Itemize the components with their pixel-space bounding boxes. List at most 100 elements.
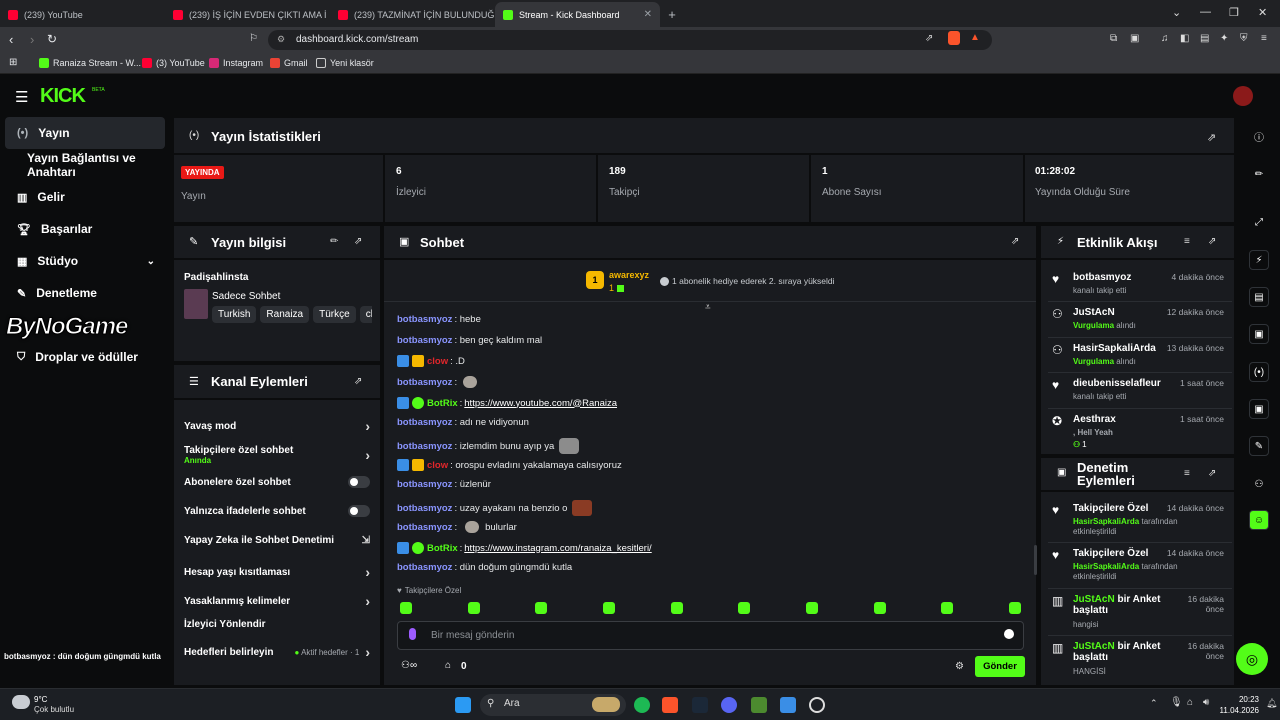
help-chat-button[interactable]: ◎: [1236, 643, 1268, 675]
send-button[interactable]: Gönder: [975, 656, 1025, 677]
microphone-icon[interactable]: [409, 628, 416, 640]
share-icon[interactable]: ⇗: [925, 33, 933, 44]
chat-link[interactable]: https://www.instagram.com/ranaiza_kesitl…: [464, 543, 651, 554]
chat-link[interactable]: https://www.youtube.com/@Ranaiza: [464, 398, 617, 409]
popout-icon[interactable]: ⇗: [1208, 236, 1216, 247]
emote-button[interactable]: [1009, 602, 1021, 614]
kick-logo[interactable]: KICK: [40, 85, 86, 108]
emote-button[interactable]: [671, 602, 683, 614]
points-icon[interactable]: ⚇: [1249, 474, 1269, 494]
clock-time[interactable]: 20:23: [1219, 695, 1259, 704]
popout-icon[interactable]: ⇗: [354, 236, 362, 247]
emote-only-toggle[interactable]: [348, 505, 370, 517]
followers-only-row[interactable]: Takipçilere özel sohbet Anında ›: [184, 442, 370, 468]
slow-mode-row[interactable]: Yavaş mod ›: [184, 418, 370, 434]
site-info-icon[interactable]: ⚙: [277, 34, 285, 45]
expand-icon[interactable]: ⤢: [1249, 212, 1269, 232]
browser-tab[interactable]: (239) YouTube: [0, 2, 165, 27]
sidebar-item-basarilar[interactable]: 🏆︎ Başarılar: [5, 213, 165, 245]
network-icon[interactable]: ⌂: [1187, 697, 1193, 708]
clock-date[interactable]: 11.04.2026: [1199, 706, 1259, 715]
popout-icon[interactable]: ⇗: [354, 376, 362, 387]
windows-start-icon[interactable]: [455, 697, 471, 713]
emote-button[interactable]: [535, 602, 547, 614]
back-icon[interactable]: ‹: [9, 32, 13, 47]
emote-button[interactable]: [603, 602, 615, 614]
close-tab-icon[interactable]: ✕: [644, 9, 652, 20]
chat-icon[interactable]: ▣: [1249, 324, 1269, 344]
microphone-tray-icon[interactable]: 🎙︎: [1170, 697, 1183, 708]
wrench-icon[interactable]: ✎: [1249, 436, 1269, 456]
bookmark-item[interactable]: Instagram: [209, 58, 263, 68]
menu-icon[interactable]: ≡: [1261, 33, 1267, 44]
new-tab-button[interactable]: +: [660, 2, 684, 27]
bookmark-icon[interactable]: ⚐: [249, 33, 258, 44]
subscribers-only-toggle[interactable]: [348, 476, 370, 488]
sidebar-item-denetleme[interactable]: ✎ Denetleme: [5, 277, 165, 309]
edit-icon[interactable]: ✏: [330, 236, 338, 247]
brave-rewards-icon[interactable]: ▲: [970, 32, 980, 43]
account-age-row[interactable]: Hesap yaşı kısıtlaması ›: [184, 564, 370, 580]
maximize-icon[interactable]: ❐: [1229, 6, 1239, 19]
tab-search-icon[interactable]: ⌄: [1172, 6, 1181, 19]
sidebar-icon[interactable]: ◧: [1180, 33, 1189, 44]
screenshot-icon[interactable]: ▣: [1130, 33, 1139, 44]
apps-icon[interactable]: ⊞: [9, 57, 17, 68]
moderation-icon[interactable]: ▣: [1249, 399, 1269, 419]
activity-feed-icon[interactable]: ⚡︎: [1249, 250, 1269, 270]
wallet-icon[interactable]: ▤: [1200, 33, 1209, 44]
collapse-icon[interactable]: ⩡: [705, 302, 711, 313]
host-row[interactable]: İzleyici Yönlendir: [184, 619, 370, 630]
emote-button[interactable]: [941, 602, 953, 614]
popout-icon[interactable]: ⇗: [1011, 236, 1019, 247]
popout-icon[interactable]: ⇗: [1207, 131, 1216, 144]
chat-input[interactable]: Bir mesaj gönderin: [397, 621, 1024, 650]
channel-points-icon[interactable]: ⚇∞: [401, 660, 417, 671]
minecraft-icon[interactable]: [751, 697, 767, 713]
close-window-icon[interactable]: ✕: [1258, 6, 1267, 19]
edit-icon[interactable]: ✏: [1249, 164, 1269, 184]
sidebar-item-stream-key[interactable]: Yayın Bağlantısı ve Anahtarı: [5, 149, 177, 181]
sidebar-item-droplar[interactable]: ⛉ Droplar ve ödüller: [5, 341, 165, 373]
tray-chevron-icon[interactable]: ⌃: [1150, 698, 1158, 709]
forward-icon[interactable]: ›: [30, 32, 34, 47]
emote-button[interactable]: [806, 602, 818, 614]
filter-icon[interactable]: ≡: [1184, 236, 1190, 247]
broadcast-icon[interactable]: (•): [1249, 362, 1269, 382]
emote-button[interactable]: [874, 602, 886, 614]
spotify-icon[interactable]: [634, 697, 650, 713]
media-icon[interactable]: ♫: [1161, 33, 1169, 44]
bookmark-item[interactable]: Gmail: [270, 58, 308, 68]
extensions-icon[interactable]: ⧉: [1110, 33, 1117, 44]
emote-button[interactable]: [400, 602, 412, 614]
avatar[interactable]: [1233, 86, 1253, 106]
obs-icon[interactable]: [809, 697, 825, 713]
discord-icon[interactable]: [721, 697, 737, 713]
notifications-icon[interactable]: 🔔︎: [1266, 698, 1277, 709]
emote-button[interactable]: [738, 602, 750, 614]
app-icon[interactable]: [780, 697, 796, 713]
sidebar-item-studyo[interactable]: ▦ Stüdyo ⌄: [5, 245, 165, 277]
chat-scrollbar[interactable]: [1034, 545, 1037, 575]
steam-icon[interactable]: [692, 697, 708, 713]
filter-icon[interactable]: ≡: [1184, 468, 1190, 479]
browser-tab[interactable]: (239) TAZMİNAT İÇİN BULUNDUĞU: [330, 2, 495, 27]
minimize-icon[interactable]: —: [1200, 6, 1211, 18]
banned-words-row[interactable]: Yasaklanmış kelimeler ›: [184, 593, 370, 609]
taskbar-search[interactable]: ⚲ Ara: [480, 694, 626, 716]
vpn-icon[interactable]: ⛨: [1240, 33, 1248, 44]
kick-bot-icon[interactable]: ☺: [1249, 510, 1269, 530]
info-icon[interactable]: ⓘ: [1249, 126, 1269, 146]
sidebar-item-yayin[interactable]: (•) Yayın: [5, 117, 165, 149]
brave-shield-icon[interactable]: [948, 31, 960, 45]
hamburger-menu-icon[interactable]: ☰: [15, 88, 28, 106]
popout-icon[interactable]: ⇗: [1208, 468, 1216, 479]
notes-icon[interactable]: ▤: [1249, 287, 1269, 307]
bookmark-item[interactable]: (3) YouTube: [142, 58, 205, 68]
reload-icon[interactable]: ↻: [47, 32, 57, 46]
bookmark-item[interactable]: Ranaiza Stream - W...: [39, 58, 141, 68]
pinned-user[interactable]: awarexyz: [609, 270, 649, 280]
browser-tab[interactable]: (239) İŞ İÇİN EVDEN ÇIKTI AMA İ: [165, 2, 330, 27]
store-icon[interactable]: ⌂: [445, 660, 451, 671]
emoji-icon[interactable]: [1004, 629, 1014, 639]
